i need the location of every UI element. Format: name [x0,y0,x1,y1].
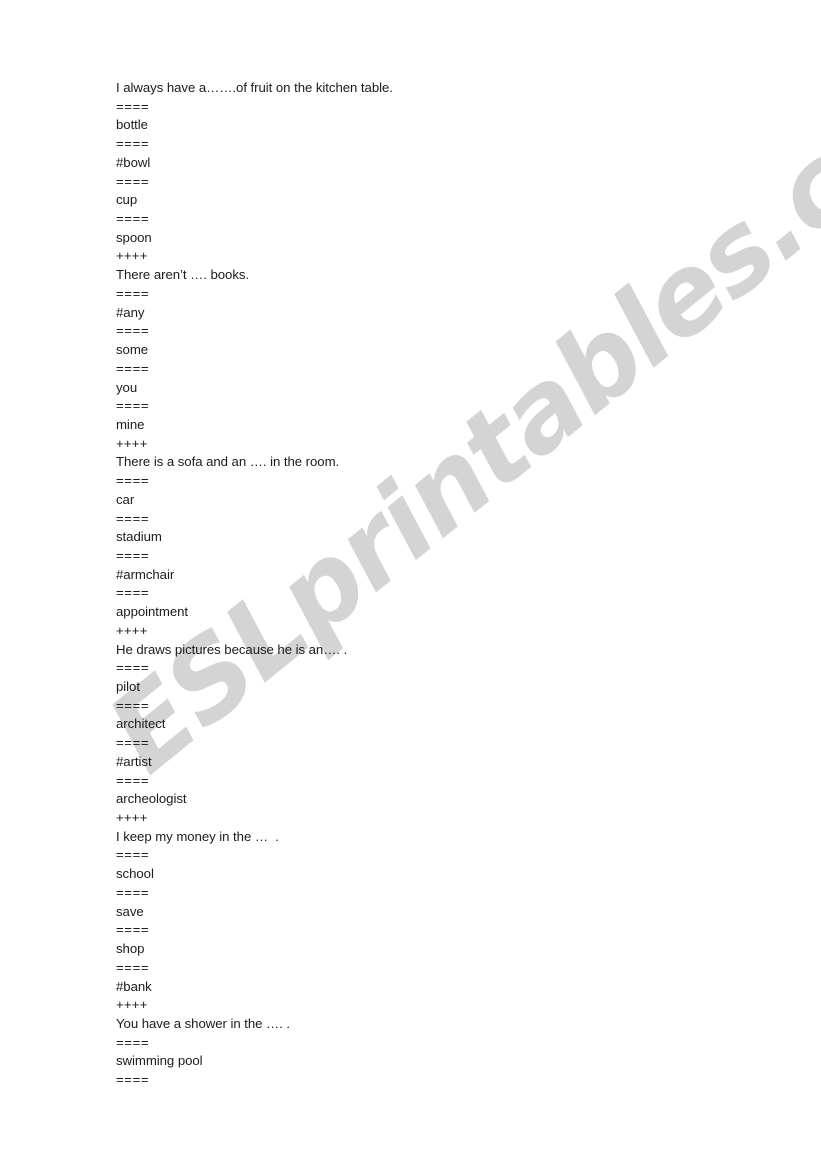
answer-option: archeologist [116,791,187,807]
option-separator: ==== [116,772,150,788]
option-separator: ==== [116,98,150,114]
answer-option: some [116,342,149,358]
answer-option: you [116,379,138,395]
answer-option: swimming pool [116,1053,203,1069]
answer-option: stadium [116,529,162,545]
option-separator: ==== [116,360,150,376]
option-separator: ==== [116,922,150,938]
option-separator: ==== [116,323,150,339]
answer-option: pilot [116,679,140,694]
option-separator: ==== [116,510,150,526]
option-separator: ==== [116,398,150,414]
answer-option: car [116,491,135,507]
question-separator: ++++ [116,997,148,1013]
question-line: I always have a…….of fruit on the kitche… [116,80,393,95]
question-line: You have a shower in the …. . [116,1015,291,1031]
option-separator: ==== [116,173,150,189]
answer-option-correct: #bank [116,978,152,994]
option-separator: ==== [116,847,150,863]
answer-option-correct: #any [116,304,145,320]
option-separator: ==== [116,735,150,751]
option-separator: ==== [116,211,150,227]
answer-option-correct: #bowl [116,154,151,170]
option-separator: ==== [116,1072,150,1088]
question-line: There aren’t …. books. [116,267,250,283]
option-separator: ==== [116,547,150,563]
option-separator: ==== [116,473,150,489]
answer-option: architect [116,716,166,732]
option-separator: ==== [116,959,150,975]
question-separator: ++++ [116,622,148,638]
question-separator: ++++ [116,810,148,826]
question-line: There is a sofa and an …. in the room. [116,454,340,470]
answer-option: save [116,903,144,919]
answer-option-correct: #artist [116,753,152,769]
option-separator: ==== [116,697,150,713]
option-separator: ==== [116,884,150,900]
option-separator: ==== [116,585,150,601]
question-separator: ++++ [116,435,148,451]
answer-option: bottle [116,117,148,133]
option-separator: ==== [116,136,150,152]
question-line: I keep my money in the … . [116,828,279,844]
question-line: He draws pictures because he is an…. . [116,641,348,657]
answer-option: mine [116,416,145,432]
answer-option: school [116,866,154,882]
answer-option: appointment [116,604,189,620]
option-separator: ==== [116,285,150,301]
quiz-text-body: I always have a…….of fruit on the kitche… [116,79,776,1090]
answer-option: shop [116,941,145,957]
option-separator: ==== [116,660,150,676]
answer-option: cup [116,192,138,208]
worksheet-page: ESLprintables.com I always have a…….of f… [0,0,821,1161]
answer-option: spoon [116,229,152,245]
option-separator: ==== [116,1034,150,1050]
question-separator: ++++ [116,248,148,264]
answer-option-correct: #armchair [116,566,175,582]
